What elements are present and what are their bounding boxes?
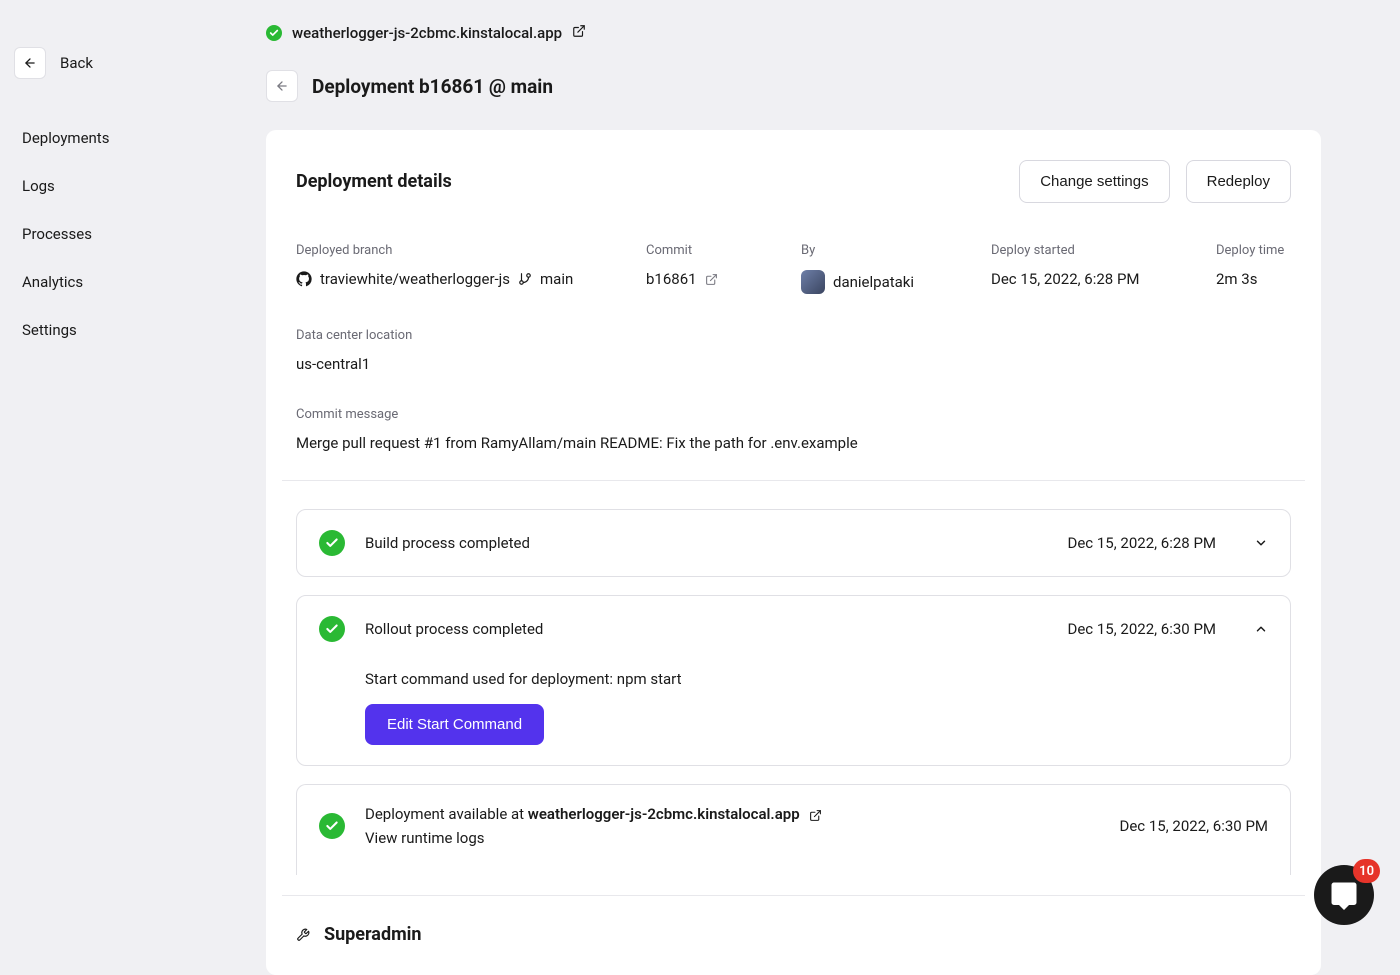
step-time: Dec 15, 2022, 6:30 PM bbox=[1068, 620, 1217, 638]
back-label: Back bbox=[60, 54, 93, 72]
superadmin-row: Superadmin bbox=[296, 924, 1291, 945]
meta-label: Commit message bbox=[296, 407, 1291, 422]
meta-commit-message: Commit message Merge pull request #1 fro… bbox=[296, 407, 1291, 452]
chat-icon bbox=[1329, 880, 1359, 910]
main: weatherlogger-js-2cbmc.kinstalocal.app D… bbox=[266, 24, 1321, 975]
external-link-icon bbox=[572, 24, 586, 38]
check-icon bbox=[325, 536, 339, 550]
external-link-icon bbox=[705, 273, 718, 286]
meta-data-center: Data center location us-central1 bbox=[296, 328, 1291, 373]
available-url-link[interactable]: weatherlogger-js-2cbmc.kinstalocal.app bbox=[528, 805, 800, 823]
meta-value: traviewhite/weatherlogger-js main bbox=[296, 270, 596, 288]
chat-badge: 10 bbox=[1353, 859, 1380, 883]
step-build[interactable]: Build process completed Dec 15, 2022, 6:… bbox=[296, 509, 1291, 577]
meta-value: 2m 3s bbox=[1216, 270, 1284, 288]
meta-label: Commit bbox=[646, 243, 751, 258]
meta-commit: Commit b16861 bbox=[646, 243, 751, 294]
sidebar: Back Deployments Logs Processes Analytic… bbox=[14, 47, 214, 339]
available-prefix: Deployment available at bbox=[365, 805, 528, 823]
chat-button[interactable]: 10 bbox=[1314, 865, 1374, 925]
app-url-text: weatherlogger-js-2cbmc.kinstalocal.app bbox=[292, 24, 562, 42]
meta-value: danielpataki bbox=[801, 270, 941, 294]
step-body: Start command used for deployment: npm s… bbox=[319, 642, 1268, 745]
status-dot-ok bbox=[266, 25, 282, 41]
meta-value: Merge pull request #1 from RamyAllam/mai… bbox=[296, 434, 1291, 452]
avatar bbox=[801, 270, 825, 294]
chevron-down-icon bbox=[1254, 536, 1268, 550]
meta-label: Deploy started bbox=[991, 243, 1166, 258]
meta-value: us-central1 bbox=[296, 355, 1291, 373]
github-icon bbox=[296, 271, 312, 287]
step-time: Dec 15, 2022, 6:28 PM bbox=[1068, 534, 1217, 552]
meta-label: Deployed branch bbox=[296, 243, 596, 258]
nav-processes[interactable]: Processes bbox=[22, 225, 214, 243]
git-branch-icon bbox=[518, 272, 532, 286]
back-button[interactable] bbox=[14, 47, 46, 79]
step-head: Deployment available at weatherlogger-js… bbox=[319, 805, 1268, 847]
by-name: danielpataki bbox=[833, 273, 914, 291]
meta-label: Deploy time bbox=[1216, 243, 1284, 258]
arrow-left-icon bbox=[275, 79, 289, 93]
card-header: Deployment details Change settings Redep… bbox=[296, 160, 1291, 203]
step-status-ok bbox=[319, 616, 345, 642]
edit-start-command-button[interactable]: Edit Start Command bbox=[365, 704, 544, 745]
step-label: Build process completed bbox=[365, 534, 1048, 552]
wrench-icon bbox=[296, 928, 310, 942]
title-back-button[interactable] bbox=[266, 70, 298, 102]
app-url-row: weatherlogger-js-2cbmc.kinstalocal.app bbox=[266, 24, 1321, 42]
step-rollout: Rollout process completed Dec 15, 2022, … bbox=[296, 595, 1291, 766]
title-row: Deployment b16861 @ main bbox=[266, 70, 1321, 102]
meta-deploy-time: Deploy time 2m 3s bbox=[1216, 243, 1284, 294]
arrow-left-icon bbox=[23, 56, 37, 70]
nav-deployments[interactable]: Deployments bbox=[22, 129, 214, 147]
view-runtime-logs-link[interactable]: View runtime logs bbox=[365, 829, 1100, 847]
branch-name: main bbox=[540, 270, 573, 288]
card-actions: Change settings Redeploy bbox=[1019, 160, 1291, 203]
divider bbox=[282, 480, 1305, 481]
divider bbox=[282, 895, 1305, 896]
page-title: Deployment b16861 @ main bbox=[312, 75, 553, 98]
repo-name: traviewhite/weatherlogger-js bbox=[320, 270, 510, 288]
external-link-icon bbox=[809, 809, 822, 822]
nav-analytics[interactable]: Analytics bbox=[22, 273, 214, 291]
meta-row-1: Deployed branch traviewhite/weatherlogge… bbox=[296, 243, 1291, 294]
back-row: Back bbox=[14, 47, 214, 79]
meta-deployed-branch: Deployed branch traviewhite/weatherlogge… bbox=[296, 243, 596, 294]
step-time: Dec 15, 2022, 6:30 PM bbox=[1120, 817, 1269, 835]
meta-by: By danielpataki bbox=[801, 243, 941, 294]
check-icon bbox=[269, 28, 279, 38]
chevron-up-icon bbox=[1254, 622, 1268, 636]
nav-settings[interactable]: Settings bbox=[22, 321, 214, 339]
meta-label: By bbox=[801, 243, 941, 258]
meta-value: Dec 15, 2022, 6:28 PM bbox=[991, 270, 1166, 288]
step-available: Deployment available at weatherlogger-js… bbox=[296, 784, 1291, 875]
step-status-ok bbox=[319, 530, 345, 556]
start-command-text: Start command used for deployment: npm s… bbox=[365, 670, 1268, 688]
meta-deploy-started: Deploy started Dec 15, 2022, 6:28 PM bbox=[991, 243, 1166, 294]
check-icon bbox=[325, 819, 339, 833]
step-head: Build process completed Dec 15, 2022, 6:… bbox=[319, 530, 1268, 556]
superadmin-label: Superadmin bbox=[324, 924, 422, 945]
change-settings-button[interactable]: Change settings bbox=[1019, 160, 1169, 203]
check-icon bbox=[325, 622, 339, 636]
meta-label: Data center location bbox=[296, 328, 1291, 343]
app-url-link[interactable]: weatherlogger-js-2cbmc.kinstalocal.app bbox=[292, 24, 586, 42]
step-head[interactable]: Rollout process completed Dec 15, 2022, … bbox=[319, 616, 1268, 642]
step-label: Rollout process completed bbox=[365, 620, 1048, 638]
step-status-ok bbox=[319, 813, 345, 839]
nav-logs[interactable]: Logs bbox=[22, 177, 214, 195]
details-card: Deployment details Change settings Redep… bbox=[266, 130, 1321, 975]
available-url: weatherlogger-js-2cbmc.kinstalocal.app bbox=[528, 805, 800, 823]
redeploy-button[interactable]: Redeploy bbox=[1186, 160, 1291, 203]
nav-list: Deployments Logs Processes Analytics Set… bbox=[14, 129, 214, 339]
step-label: Deployment available at weatherlogger-js… bbox=[365, 805, 1100, 847]
commit-sha: b16861 bbox=[646, 270, 697, 288]
card-title: Deployment details bbox=[296, 171, 452, 192]
meta-value[interactable]: b16861 bbox=[646, 270, 751, 288]
